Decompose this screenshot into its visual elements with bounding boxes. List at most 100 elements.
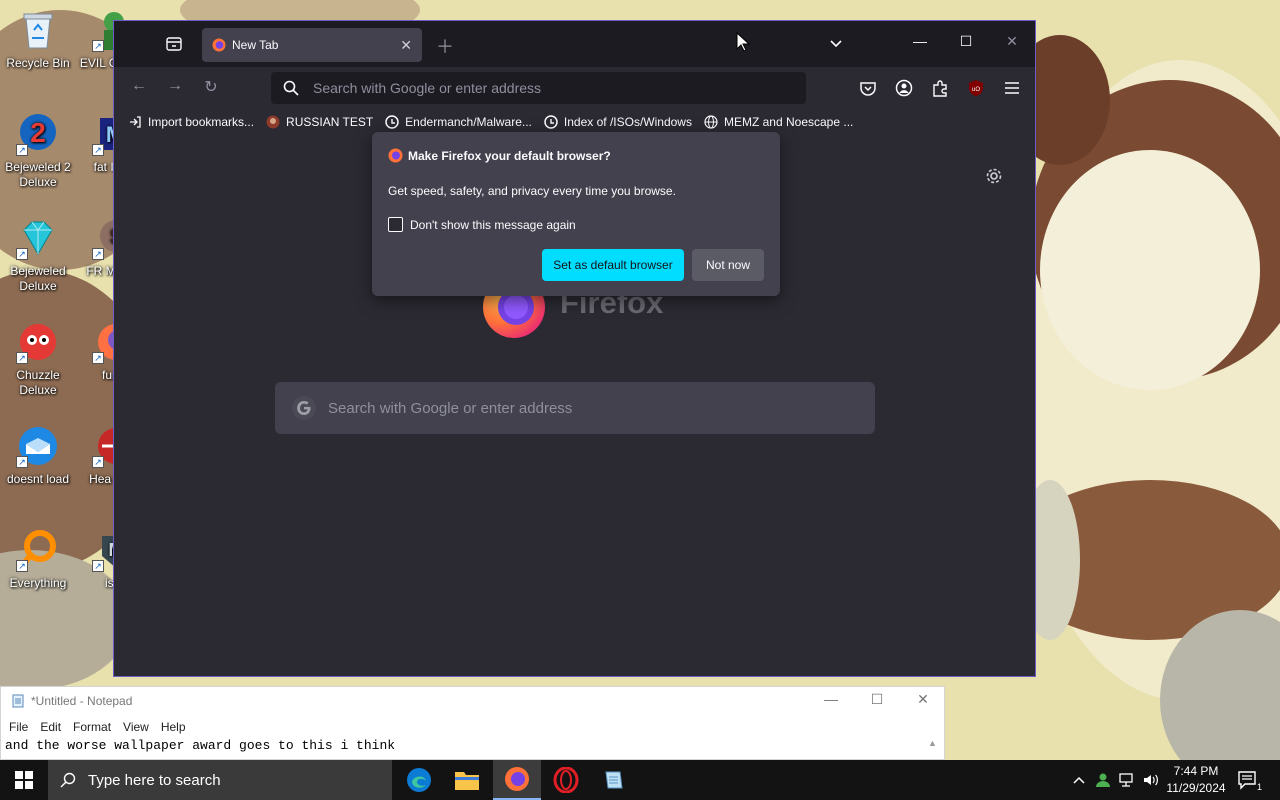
tab-title: New Tab [232,38,279,52]
desktop-icon-everything[interactable]: ↗ Everything [0,528,76,591]
minimize-icon[interactable]: — [905,33,935,55]
back-icon[interactable]: ← [128,77,150,99]
bookmark-index-isos[interactable]: Index of /ISOs/Windows [544,115,692,129]
new-tab-icon[interactable]: ＋ [436,33,454,59]
notepad-maximize-icon[interactable]: ☐ [862,691,892,711]
firefox-favicon-icon [388,148,403,163]
volume-icon[interactable] [1142,772,1160,788]
checkbox-icon[interactable] [388,217,403,232]
url-bar-placeholder: Search with Google or enter address [313,80,542,96]
mouse-cursor-icon [736,32,750,52]
globe-icon [544,115,558,129]
desktop-icon-bejeweled2[interactable]: 2 ↗ Bejeweled 2 Deluxe [0,112,76,190]
firefox-titlebar[interactable]: New Tab ✕ ＋ — ☐ ✕ [114,21,1035,67]
menu-view[interactable]: View [123,720,149,734]
new-tab-search-box[interactable]: Search with Google or enter address [275,382,875,434]
bookmark-russian-test[interactable]: RUSSIAN TEST [266,115,373,129]
thunderbird-icon: ↗ [16,424,60,468]
dialog-message: Get speed, safety, and privacy every tim… [388,184,676,198]
search-icon [60,772,76,788]
gear-icon[interactable] [985,167,1003,185]
desktop-icon-bejeweled[interactable]: ↗ Bejeweled Deluxe [0,216,76,294]
opera-icon[interactable] [542,760,590,800]
chuzzle-icon: ↗ [16,320,60,364]
extensions-icon[interactable] [930,78,950,98]
shortcut-arrow-icon: ↗ [92,144,104,156]
russian-test-icon [266,115,280,129]
taskbar-search-placeholder: Type here to search [88,771,221,789]
edge-icon[interactable] [395,760,443,800]
scroll-up-icon[interactable]: ▲ [928,738,940,758]
firefox-icon[interactable] [493,760,541,800]
set-default-browser-button[interactable]: Set as default browser [542,249,684,281]
chevron-down-icon[interactable] [829,36,843,55]
bookmark-memz[interactable]: MEMZ and Noescape ... [704,115,853,129]
start-button[interactable] [0,760,48,800]
menu-help[interactable]: Help [161,720,186,734]
url-bar[interactable]: Search with Google or enter address [271,72,806,104]
shortcut-arrow-icon: ↗ [16,352,28,364]
checkbox-label: Don't show this message again [410,217,576,232]
menu-file[interactable]: File [9,720,28,734]
reload-icon[interactable]: ↻ [200,77,222,99]
desktop-icon-recycle-bin[interactable]: Recycle Bin [0,8,76,71]
shortcut-arrow-icon: ↗ [92,560,104,572]
shortcut-arrow-icon: ↗ [92,248,104,260]
menu-format[interactable]: Format [73,720,111,734]
hamburger-menu-icon[interactable] [1002,78,1022,98]
notepad-close-icon[interactable]: ✕ [908,691,938,711]
notepad-icon [12,694,24,708]
notepad-minimize-icon[interactable]: — [816,691,846,711]
not-now-button[interactable]: Not now [692,249,764,281]
file-explorer-icon[interactable] [443,760,491,800]
forward-icon[interactable]: → [164,77,186,99]
notepad-menubar: File Edit Format View Help [1,717,198,737]
people-icon[interactable] [1094,772,1112,788]
default-browser-dialog: Make Firefox your default browser? Get s… [372,132,780,296]
account-icon[interactable] [894,78,914,98]
notepad-title: *Untitled - Notepad [31,694,133,708]
ublock-origin-icon[interactable]: uO [966,78,986,98]
bookmark-import[interactable]: Import bookmarks... [128,115,254,129]
shortcut-arrow-icon: ↗ [92,456,104,468]
bookmark-endermanch[interactable]: Endermanch/Malware... [385,115,532,129]
shortcut-arrow-icon: ↗ [92,40,104,52]
import-icon [130,116,141,128]
notepad-text-area[interactable]: and the worse wallpaper award goes to th… [5,738,395,753]
network-icon[interactable] [1118,772,1136,788]
firefox-favicon-icon [212,38,226,52]
search-icon [283,80,299,96]
clock-time: 7:44 PM [1173,764,1219,778]
taskbar: Type here to search 7:44 PM 11/29/2024 1 [0,760,1280,800]
google-icon [292,396,316,420]
taskbar-search-box[interactable]: Type here to search [48,760,392,800]
firefox-view-icon[interactable] [165,36,183,52]
maximize-icon[interactable]: ☐ [951,33,981,55]
notepad-icon[interactable] [590,760,638,800]
github-icon [385,115,399,129]
notepad-window: *Untitled - Notepad — ☐ ✕ File Edit Form… [0,686,945,760]
windows-logo-icon [15,771,33,789]
dialog-title: Make Firefox your default browser? [388,148,611,163]
desktop-icon-doesnt-load[interactable]: ↗ doesnt load [0,424,76,487]
tab-new-tab[interactable]: New Tab ✕ [202,28,422,62]
shortcut-arrow-icon: ↗ [16,144,28,156]
firefox-window: New Tab ✕ ＋ — ☐ ✕ ← → ↻ Search with Goog… [113,20,1036,677]
notepad-titlebar[interactable]: *Untitled - Notepad [1,687,944,715]
firefox-toolbar: ← → ↻ Search with Google or enter addres… [114,67,1035,109]
recycle-bin-icon [16,8,60,52]
svg-text:2: 2 [30,117,46,148]
new-tab-search-placeholder: Search with Google or enter address [328,399,573,417]
chevron-up-icon[interactable] [1070,772,1088,788]
svg-text:uO: uO [972,87,980,93]
close-tab-icon[interactable]: ✕ [400,37,412,54]
pocket-icon[interactable] [858,78,878,98]
notification-icon[interactable]: 1 [1236,770,1262,792]
menu-edit[interactable]: Edit [40,720,61,734]
dont-show-checkbox[interactable]: Don't show this message again [388,217,576,232]
system-clock[interactable]: 7:44 PM 11/29/2024 [1160,763,1232,797]
globe-icon [704,115,718,129]
close-icon[interactable]: ✕ [997,33,1027,55]
notification-count: 1 [1256,782,1262,792]
desktop-icon-chuzzle[interactable]: ↗ Chuzzle Deluxe [0,320,76,398]
